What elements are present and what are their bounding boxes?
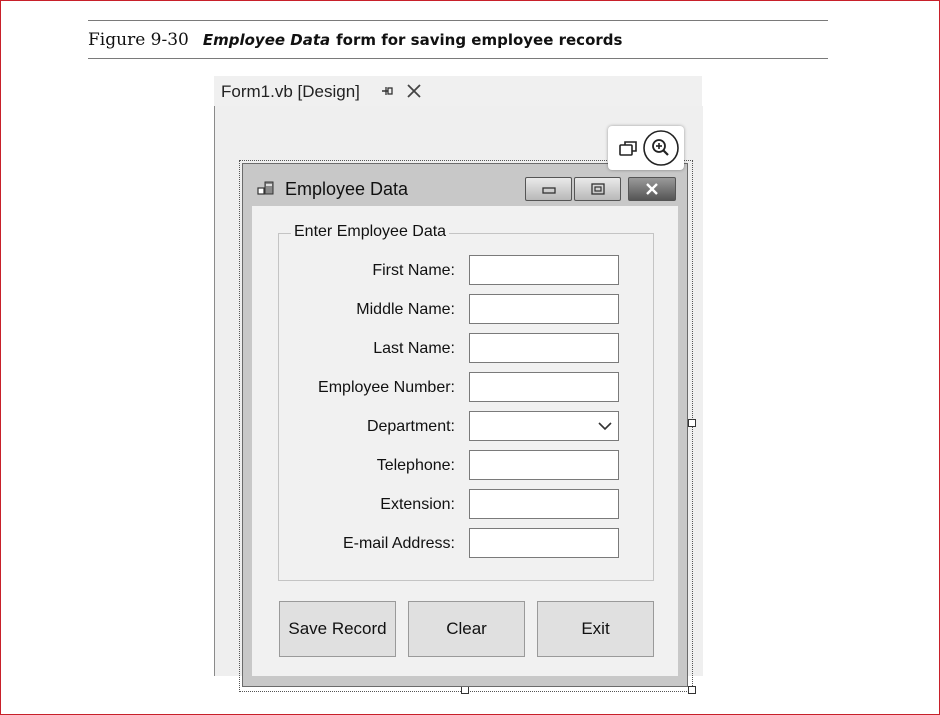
department-label: Department: [366,418,455,435]
form-titlebar[interactable]: Employee Data [243,164,687,206]
resize-handle-right[interactable] [688,419,696,427]
email-address-label: E-mail Address: [342,535,455,552]
chevron-down-icon[interactable] [598,421,612,431]
close-icon[interactable] [406,83,422,99]
first-name-input[interactable] [469,255,619,285]
resize-handle-corner[interactable] [688,686,696,694]
form-title: Employee Data [285,179,409,199]
maximize-icon [590,183,605,195]
tab-title: Form1.vb [Design] [221,82,360,101]
minimize-button[interactable] [525,177,572,201]
caption-top-rule [88,20,828,21]
middle-name-input[interactable] [469,294,619,324]
maximize-button[interactable] [574,177,621,201]
zoom-in-icon[interactable] [642,129,680,167]
designer-tab[interactable]: Form1.vb [Design] [214,76,702,106]
save-record-button[interactable]: Save Record [279,601,396,657]
employee-data-form: Employee Data Enter Employee Data First … [242,163,688,687]
minimize-icon [541,187,556,194]
groupbox-title: Enter Employee Data [291,223,450,241]
email-address-input[interactable] [469,528,619,558]
exit-button[interactable]: Exit [537,601,654,657]
caption-bottom-rule [88,58,828,59]
figure-title: Employee Data [202,31,331,49]
design-surface: Employee Data Enter Employee Data First … [214,106,703,694]
telephone-input[interactable] [469,450,619,480]
extension-input[interactable] [469,489,619,519]
employee-data-groupbox: Enter Employee Data First Name: Middle N… [278,223,654,581]
image-tools-panel [608,126,684,170]
close-icon [646,183,658,195]
employee-number-input[interactable] [469,372,619,402]
form-app-icon [257,181,274,195]
clear-button[interactable]: Clear [408,601,525,657]
first-name-label: First Name: [372,262,455,279]
middle-name-label: Middle Name: [356,301,455,318]
figure-description: form for saving employee records [336,31,623,49]
last-name-input[interactable] [469,333,619,363]
pin-icon[interactable] [379,83,395,99]
resize-handle-bottom[interactable] [461,686,469,694]
figure-caption: Figure 9-30 Employee Data form for savin… [88,30,622,54]
department-dropdown[interactable] [469,411,619,441]
figure-number: Figure 9-30 [88,30,189,50]
employee-number-label: Employee Number: [318,379,455,396]
extension-label: Extension: [380,496,455,513]
telephone-label: Telephone: [376,457,455,474]
form-close-button[interactable] [628,177,676,201]
designer-screenshot: Form1.vb [Design] Employee Data Enter Em… [214,76,703,694]
open-external-icon[interactable] [618,138,640,158]
form-client-area: Enter Employee Data First Name: Middle N… [252,206,678,676]
last-name-label: Last Name: [373,340,455,357]
